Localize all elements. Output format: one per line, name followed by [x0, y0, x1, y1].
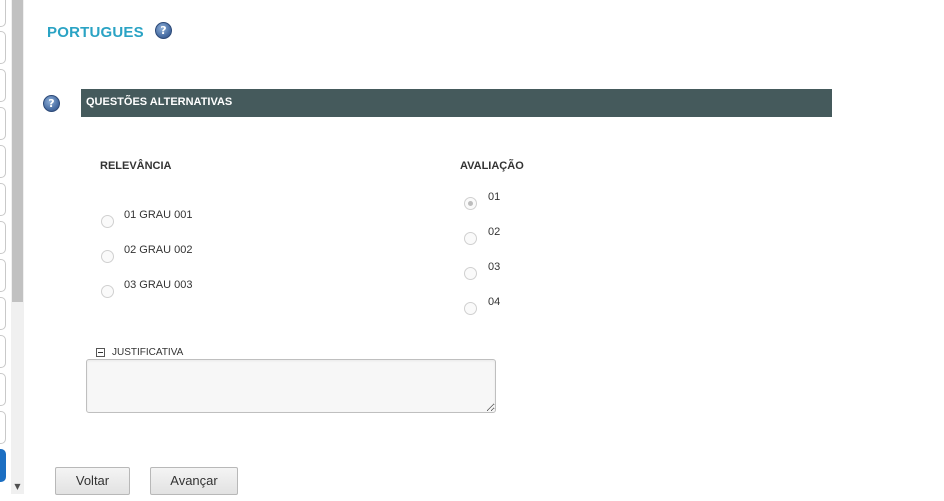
side-tab[interactable]: [0, 297, 6, 330]
page-title: PORTUGUES: [47, 24, 144, 41]
justification-textarea[interactable]: [86, 359, 496, 413]
relevance-radio-3[interactable]: [101, 285, 114, 298]
section-help-icon[interactable]: ?: [43, 95, 60, 112]
left-tab-strip: ▼: [0, 0, 24, 501]
scroll-down-arrow-icon[interactable]: ▼: [11, 480, 24, 494]
evaluation-header: AVALIAÇÃO: [460, 160, 524, 172]
evaluation-radio-2[interactable]: [464, 232, 477, 245]
evaluation-radio-3[interactable]: [464, 267, 477, 280]
side-tab[interactable]: [0, 145, 6, 178]
help-icon[interactable]: ?: [155, 22, 172, 39]
side-tab[interactable]: [0, 373, 6, 406]
side-tab[interactable]: [0, 411, 6, 444]
relevance-radio-2[interactable]: [101, 250, 114, 263]
side-tab[interactable]: [0, 259, 6, 292]
next-button[interactable]: Avançar: [150, 467, 238, 495]
side-tab-active[interactable]: [0, 449, 6, 482]
evaluation-option-label: 03: [488, 261, 501, 273]
evaluation-option-label: 01: [488, 191, 501, 203]
section-header-bar: QUESTÕES ALTERNATIVAS: [81, 89, 832, 117]
back-button[interactable]: Voltar: [55, 467, 130, 495]
questionnaire-page: ▼ PORTUGUES ? ? QUESTÕES ALTERNATIVAS RE…: [0, 0, 944, 501]
vertical-scrollbar[interactable]: ▼: [11, 0, 24, 494]
evaluation-radio-4[interactable]: [464, 302, 477, 315]
relevance-option-label: 01 GRAU 001: [124, 209, 193, 221]
evaluation-option-label: 04: [488, 296, 501, 308]
side-tab[interactable]: [0, 107, 6, 140]
side-tab[interactable]: [0, 221, 6, 254]
side-tab[interactable]: [0, 0, 6, 27]
evaluation-option-label: 02: [488, 226, 501, 238]
section-title: QUESTÕES ALTERNATIVAS: [86, 96, 233, 108]
relevance-header: RELEVÂNCIA: [100, 160, 172, 172]
justification-label: JUSTIFICATIVA: [112, 347, 184, 358]
relevance-option-label: 03 GRAU 003: [124, 279, 193, 291]
side-tab[interactable]: [0, 31, 6, 64]
side-tab[interactable]: [0, 335, 6, 368]
side-tab[interactable]: [0, 69, 6, 102]
evaluation-radio-1[interactable]: [464, 197, 477, 210]
side-tab[interactable]: [0, 183, 6, 216]
relevance-radio-1[interactable]: [101, 215, 114, 228]
collapse-minus-icon[interactable]: [96, 348, 105, 357]
scrollbar-thumb[interactable]: [12, 0, 23, 302]
relevance-option-label: 02 GRAU 002: [124, 244, 193, 256]
